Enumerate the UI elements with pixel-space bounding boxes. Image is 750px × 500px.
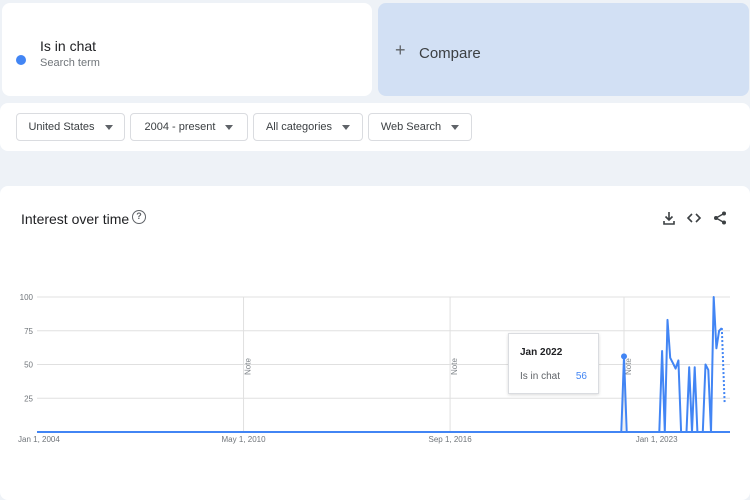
tooltip-value: 56 bbox=[575, 371, 587, 382]
tooltip-term: Is in chat bbox=[520, 371, 561, 382]
x-tick-label: May 1, 2010 bbox=[222, 435, 267, 444]
x-tick-label: Jan 1, 2004 bbox=[18, 435, 60, 444]
hover-point bbox=[621, 353, 628, 360]
note-label: Note bbox=[244, 358, 253, 375]
y-tick-label: 75 bbox=[24, 327, 33, 336]
y-tick-label: 50 bbox=[24, 361, 33, 370]
y-tick-label: 25 bbox=[24, 394, 33, 403]
y-tick-label: 100 bbox=[20, 293, 34, 302]
tooltip-date: Jan 2022 bbox=[520, 347, 563, 358]
x-tick-label: Sep 1, 2016 bbox=[429, 435, 473, 444]
interest-chart: 100755025Note Note NoteJan 1, 2004 May 1, 2… bbox=[18, 293, 730, 444]
note-label: Note bbox=[450, 358, 459, 375]
chart-tooltip: Jan 2022 Is in chat 56 bbox=[508, 333, 599, 394]
x-tick-label: Jan 1, 2023 bbox=[636, 435, 678, 444]
partial-data-line bbox=[720, 328, 726, 403]
